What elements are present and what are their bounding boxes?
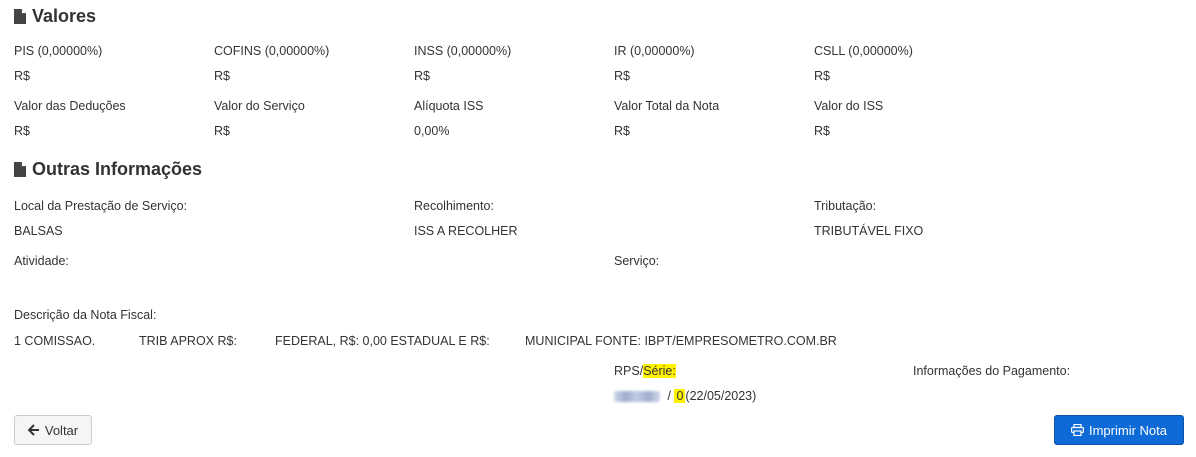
csll-value: R$ [814,69,830,83]
servico-label: Serviço: [614,254,660,268]
recolhimento-value: ISS A RECOLHER [414,224,518,238]
aliquota-iss-value: 0,00% [414,124,450,138]
back-button-label: Voltar [44,422,79,438]
rps-date: (22/05/2023) [685,389,757,403]
valores-section-title: Valores [14,6,96,27]
printer-icon [1070,424,1084,436]
local-value: BALSAS [14,224,63,238]
pis-value: R$ [14,69,30,83]
rps-separator: / [667,389,671,403]
outras-section-title: Outras Informações [14,159,202,180]
deducoes-label: Valor das Deduções [14,99,126,113]
descricao-part: 1 COMISSAO. [14,334,96,348]
cofins-label: COFINS (0,00000%) [214,44,330,58]
serie-label: Série: [643,364,676,378]
tributacao-value: TRIBUTÁVEL FIXO [814,224,924,238]
rps-serie-label: RPS/Série: [614,364,676,378]
print-button-label: Imprimir Nota [1088,422,1167,438]
file-icon [14,162,26,177]
arrow-left-icon [27,424,39,436]
valor-iss-label: Valor do ISS [814,99,884,113]
pis-label: PIS (0,00000%) [14,44,103,58]
recolhimento-label: Recolhimento: [414,199,494,213]
ir-value: R$ [614,69,630,83]
aliquota-iss-label: Alíquota ISS [414,99,484,113]
deducoes-value: R$ [14,124,30,138]
atividade-label: Atividade: [14,254,69,268]
rps-value: / 0 (22/05/2023) [614,389,756,403]
descricao-part: TRIB APROX R$: [139,334,237,348]
valor-total-value: R$ [614,124,630,138]
cofins-value: R$ [214,69,230,83]
outras-title: Outras Informações [32,159,203,179]
rps-label: RPS/ [614,364,644,378]
valores-title: Valores [32,6,97,26]
print-button[interactable]: Imprimir Nota [1054,415,1184,445]
valor-servico-label: Valor do Serviço [214,99,305,113]
descricao-part: MUNICIPAL FONTE: IBPT/EMPRESOMETRO.COM.B… [525,334,837,348]
back-button[interactable]: Voltar [14,415,92,445]
pagamento-label: Informações do Pagamento: [913,364,1071,378]
tributacao-label: Tributação: [814,199,877,213]
valor-iss-value: R$ [814,124,830,138]
inss-value: R$ [414,69,430,83]
inss-label: INSS (0,00000%) [414,44,512,58]
serie-value: 0 [674,389,686,403]
valor-servico-value: R$ [214,124,230,138]
csll-label: CSLL (0,00000%) [814,44,913,58]
file-icon [14,9,26,24]
local-label: Local da Prestação de Serviço: [14,199,188,213]
descricao-part: FEDERAL, R$: 0,00 ESTADUAL E R$: [275,334,490,348]
descricao-label: Descrição da Nota Fiscal: [14,308,157,322]
ir-label: IR (0,00000%) [614,44,695,58]
valor-total-label: Valor Total da Nota [614,99,720,113]
redacted-rps-number [614,391,660,403]
